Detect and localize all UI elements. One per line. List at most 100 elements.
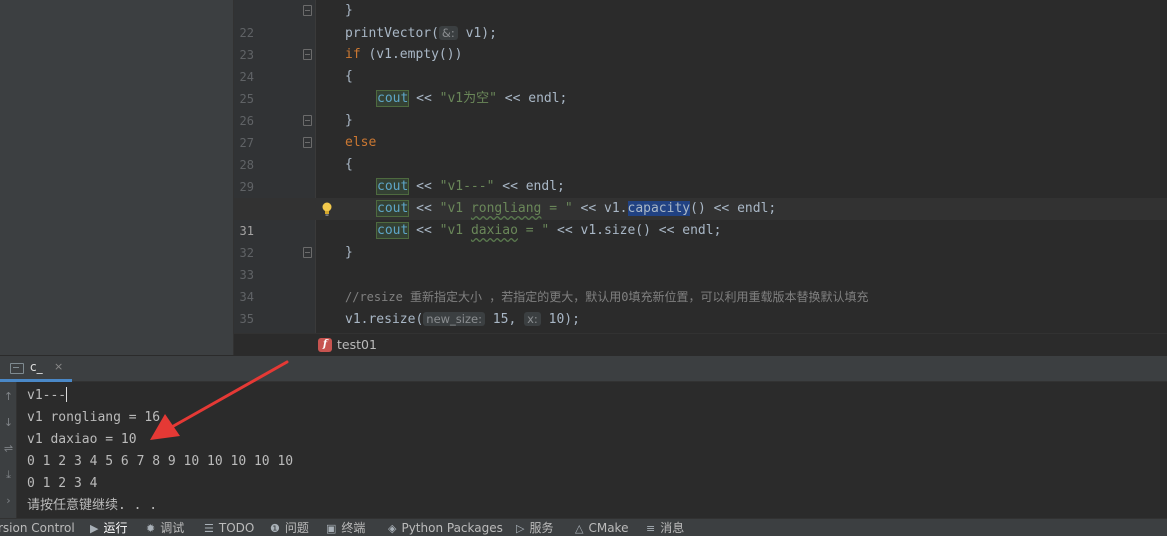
code-token: << v1. <box>572 201 628 216</box>
code-token: () << endl; <box>690 201 777 216</box>
fold-marker-icon[interactable] <box>303 137 312 148</box>
fold-marker-icon[interactable] <box>303 49 312 60</box>
console-icon <box>10 363 24 374</box>
code-token: << <box>408 201 440 216</box>
text-caret <box>66 387 68 402</box>
code-token: } <box>345 245 353 260</box>
tool-tab-debug[interactable]: ✹ 调试 <box>146 519 184 536</box>
tool-tab-version-control[interactable]: rsion Control <box>0 519 75 536</box>
code-token: << v1.size() << endl; <box>549 223 722 238</box>
code-line-32[interactable]: 32 cout << "v1 daxiao = " << v1.size() <… <box>234 220 1167 260</box>
console-line: 0 1 2 3 4 5 6 7 8 9 10 10 10 10 10 <box>27 454 294 469</box>
code-line-28[interactable]: 28 else <box>234 132 1167 172</box>
comment-token: //resize 重新指定大小 ，若指定的更大，默认用0填充新位置，可以利用重载… <box>345 290 869 304</box>
tool-tab-cmake[interactable]: △ CMake <box>575 519 628 536</box>
fold-marker-icon[interactable] <box>303 247 312 258</box>
code-line-22[interactable]: 22 } <box>234 0 1167 40</box>
param-hint: x: <box>524 312 541 326</box>
code-token: << endl; <box>494 179 565 194</box>
code-token: (v1.empty()) <box>360 47 463 62</box>
scroll-down-icon[interactable]: ↓ <box>2 416 15 430</box>
tool-window-bar: rsion Control ▶ 运行 ✹ 调试 ☰ TODO ❶ 问题 ▣ 终端 ◈ Pyt… <box>0 518 1167 536</box>
console-line: 0 1 2 3 4 <box>27 476 98 491</box>
code-token: << <box>408 223 440 238</box>
code-token: << <box>408 179 440 194</box>
code-line-24[interactable]: 24 if (v1.empty()) <box>234 44 1167 84</box>
cmake-icon: △ <box>575 522 584 535</box>
console-line: v1 daxiao = 10 <box>27 432 137 447</box>
problems-icon: ❶ <box>270 522 280 535</box>
run-panel-header: c_ × <box>0 355 1167 382</box>
cout-token: cout <box>375 178 410 195</box>
code-line-30[interactable]: 30 cout << "v1---" << endl; <box>234 176 1167 216</box>
selected-token[interactable]: capacity <box>627 201 691 216</box>
cout-token: cout <box>375 90 410 107</box>
cout-token: cout <box>375 200 410 217</box>
terminal-icon: ▣ <box>326 522 337 535</box>
string-token: "v1 <box>439 223 471 238</box>
project-pane <box>0 0 234 355</box>
tool-tab-problems[interactable]: ❶ 问题 <box>270 519 309 536</box>
param-hint: &: <box>438 26 458 40</box>
fold-marker-icon[interactable] <box>303 5 312 16</box>
cout-token: cout <box>375 222 410 239</box>
console-line: v1--- <box>27 387 68 403</box>
close-icon[interactable]: × <box>54 360 63 373</box>
console-output[interactable]: v1--- v1 rongliang = 16 v1 daxiao = 10 0… <box>17 382 1167 518</box>
code-token: v1.resize( <box>345 312 424 327</box>
code-line-25[interactable]: 25 { <box>234 66 1167 106</box>
breadcrumb-item-test01[interactable]: test01 <box>337 334 377 356</box>
scroll-up-icon[interactable]: ↑ <box>2 390 15 404</box>
tool-tab-todo[interactable]: ☰ TODO <box>204 519 254 536</box>
code-line-34[interactable]: 34 <box>234 264 1167 304</box>
code-token: << endl; <box>496 91 568 106</box>
tool-tab-messages[interactable]: ≡ 消息 <box>646 519 684 536</box>
string-token: = " <box>541 201 573 216</box>
code-token: v1); <box>465 26 497 41</box>
code-token: printVector( <box>345 26 439 41</box>
code-line-36[interactable]: 36 v1.resize(new_size: 15, x: 10); <box>234 308 1167 330</box>
string-token: "v1为空" <box>439 91 497 106</box>
tool-tab-run[interactable]: ▶ 运行 <box>90 519 127 536</box>
string-token-typo: daxiao <box>470 223 518 238</box>
string-token: "v1 <box>439 201 471 216</box>
console-line: v1 rongliang = 16 <box>27 410 161 425</box>
code-line-27[interactable]: 27 } <box>234 110 1167 150</box>
code-token: { <box>345 69 353 84</box>
tool-tab-services[interactable]: ▷ 服务 <box>516 519 553 536</box>
list-icon: ☰ <box>204 522 214 535</box>
code-line-26[interactable]: 26 cout << "v1为空" << endl; <box>234 88 1167 128</box>
code-token: 10); <box>540 312 580 327</box>
lightbulb-icon[interactable] <box>321 201 333 217</box>
scroll-to-end-icon[interactable]: ⤓ <box>2 468 15 482</box>
code-token: 15, <box>484 312 517 327</box>
layers-icon: ◈ <box>388 522 397 535</box>
bug-icon: ✹ <box>146 522 156 535</box>
tool-tab-python-packages[interactable]: ◈ Python Packages <box>388 519 503 536</box>
fold-marker-icon[interactable] <box>303 115 312 126</box>
run-toolbar: ↑ ↓ ⇌ ⤓ › <box>0 382 17 518</box>
code-line-35[interactable]: 35 //resize 重新指定大小 ，若指定的更大，默认用0填充新位置，可以利… <box>234 286 1167 326</box>
keyword-token: else <box>345 135 377 150</box>
console-line: 请按任意键继续. . . <box>27 498 158 513</box>
code-line-31[interactable]: 31 cout << "v1 rongliang = " << v1.capac… <box>234 198 1167 238</box>
param-hint: new_size: <box>423 312 485 326</box>
string-token: "v1---" <box>439 179 495 194</box>
code-line-23[interactable]: 23 printVector(&: v1); <box>234 22 1167 62</box>
code-token: } <box>345 113 353 128</box>
more-icon[interactable]: › <box>2 494 15 508</box>
code-token: << <box>408 91 440 106</box>
code-token: } <box>345 3 353 18</box>
code-editor[interactable]: 22 } 23 printVector(&: v1); 24 if (v1.em… <box>234 0 1167 333</box>
tool-tab-terminal[interactable]: ▣ 终端 <box>326 519 365 536</box>
code-line-29[interactable]: 29 { <box>234 154 1167 194</box>
messages-icon: ≡ <box>646 522 656 535</box>
services-icon: ▷ <box>516 522 525 535</box>
code-line-33[interactable]: 33 } <box>234 242 1167 282</box>
string-token-typo: rongliang <box>470 201 542 216</box>
soft-wrap-icon[interactable]: ⇌ <box>2 442 15 456</box>
run-tab[interactable]: c_ × <box>0 356 72 382</box>
keyword-token: if <box>345 47 361 62</box>
run-tab-label: c_ <box>30 360 43 374</box>
function-icon: f <box>318 338 332 352</box>
